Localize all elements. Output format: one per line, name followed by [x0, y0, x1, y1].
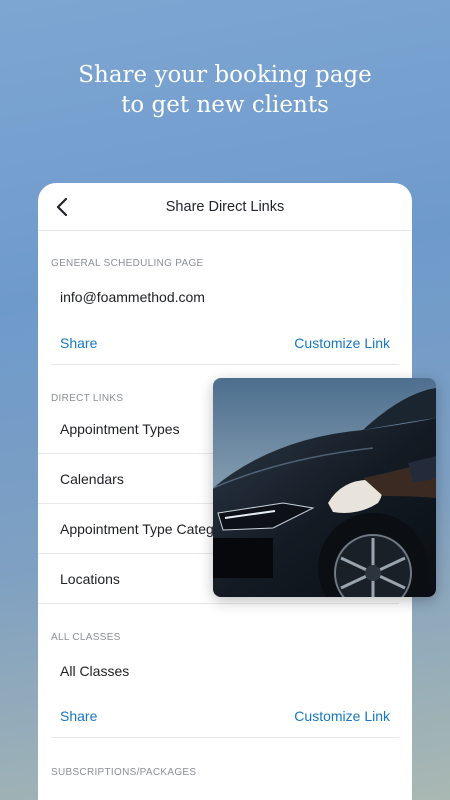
divider	[51, 364, 399, 365]
all-classes-item[interactable]: All Classes	[38, 663, 412, 679]
promo-headline: Share your booking page to get new clien…	[0, 60, 450, 120]
chevron-left-icon	[56, 198, 68, 216]
classes-customize-link[interactable]: Customize Link	[294, 708, 390, 724]
promo-headline-line2: to get new clients	[121, 92, 329, 118]
car-detailing-photo	[213, 378, 436, 597]
section-label-general: GENERAL SCHEDULING PAGE	[51, 258, 204, 269]
general-customize-link[interactable]: Customize Link	[294, 335, 390, 351]
back-button[interactable]	[52, 197, 72, 217]
general-actions: Share Customize Link	[38, 335, 412, 351]
classes-share-link[interactable]: Share	[60, 708, 97, 724]
car-photo-illustration	[213, 378, 436, 597]
page-title: Share Direct Links	[165, 198, 285, 215]
promo-headline-line1: Share your booking page	[78, 62, 372, 88]
divider	[51, 737, 399, 738]
section-label-all-classes: ALL CLASSES	[51, 632, 121, 643]
classes-actions: Share Customize Link	[38, 708, 412, 724]
card-header: Share Direct Links	[38, 183, 412, 231]
section-label-subscriptions: SUBSCRIPTIONS/PACKAGES	[51, 767, 197, 778]
general-email: info@foammethod.com	[60, 289, 205, 305]
general-share-link[interactable]: Share	[60, 335, 97, 351]
